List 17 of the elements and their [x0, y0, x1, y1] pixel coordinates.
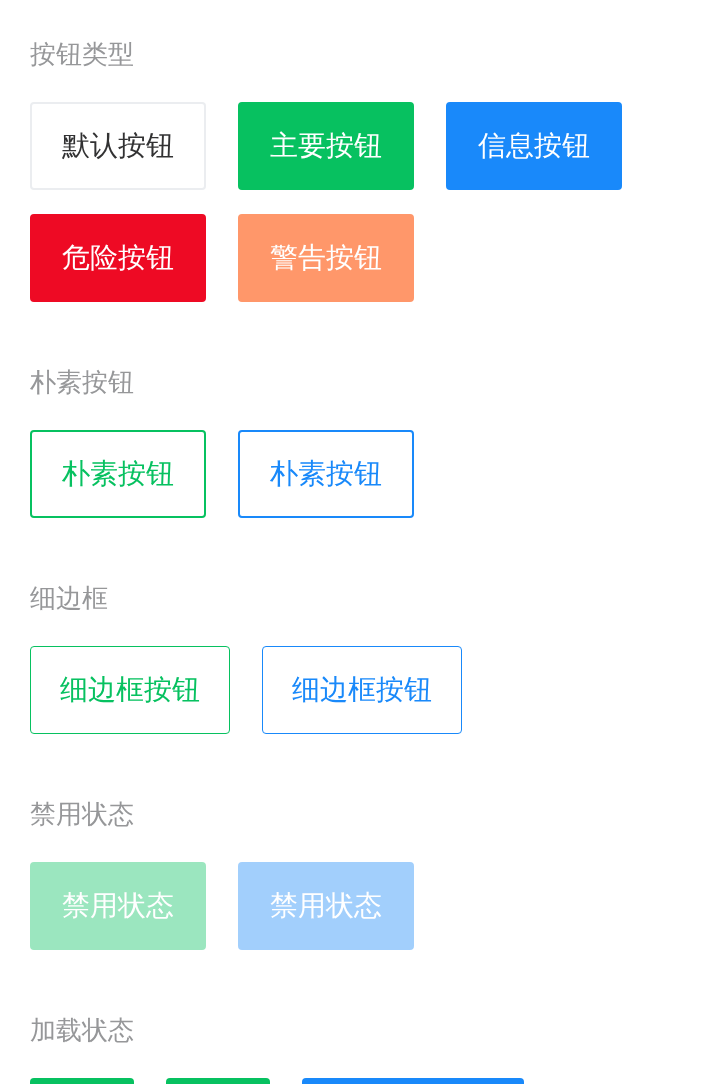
hairline-button[interactable]: 细边框按钮 [30, 646, 230, 734]
primary-button[interactable]: 主要按钮 [238, 102, 414, 190]
warning-button[interactable]: 警告按钮 [238, 214, 414, 302]
loading-button[interactable] [30, 1078, 134, 1084]
section-title: 按钮类型 [30, 38, 135, 71]
danger-button[interactable]: 危险按钮 [30, 214, 206, 302]
loading-button[interactable] [166, 1078, 270, 1084]
section-title: 细边框 [30, 582, 109, 615]
hairline-button[interactable]: 细边框按钮 [262, 646, 462, 734]
plain-button[interactable]: 朴素按钮 [30, 430, 206, 518]
default-button[interactable]: 默认按钮 [30, 102, 206, 190]
section-title: 禁用状态 [30, 798, 135, 831]
section-title: 朴素按钮 [30, 366, 135, 399]
info-button[interactable]: 信息按钮 [446, 102, 622, 190]
loading-button[interactable] [302, 1078, 524, 1084]
section-title: 加载状态 [30, 1014, 135, 1047]
plain-button[interactable]: 朴素按钮 [238, 430, 414, 518]
